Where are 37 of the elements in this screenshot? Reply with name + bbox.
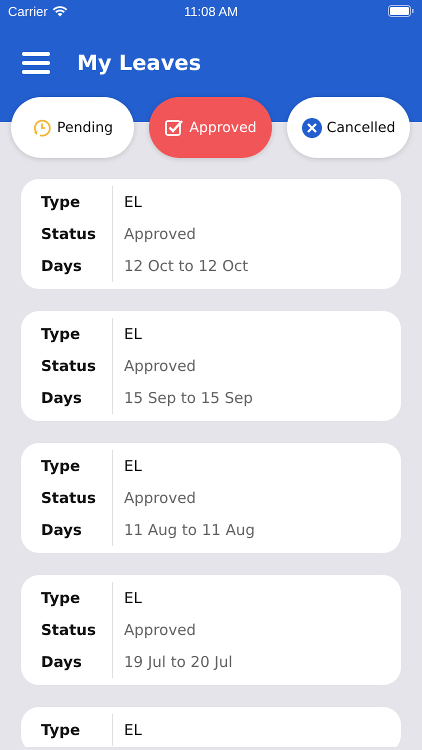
field-label: Status <box>41 488 97 509</box>
field-value: EL <box>124 192 143 213</box>
field-label: Status <box>41 356 97 377</box>
field-value: EL <box>124 456 143 477</box>
close-icon <box>302 118 322 138</box>
field-value: 15 Sep to 15 Sep <box>124 388 253 409</box>
field-value: Approved <box>124 488 197 509</box>
field-value: EL <box>124 588 143 609</box>
field-label: Days <box>41 520 83 541</box>
battery-icon <box>388 5 414 17</box>
wifi-icon <box>52 5 68 17</box>
menu-icon[interactable] <box>22 52 50 74</box>
field-value: 12 Oct to 12 Oct <box>124 256 248 277</box>
field-value: Approved <box>124 356 197 377</box>
clock-time: 11:08 AM <box>184 4 238 18</box>
page-title: My Leaves <box>77 51 202 75</box>
field-label: Days <box>41 652 83 673</box>
field-value: EL <box>124 720 142 741</box>
checkbox-icon <box>164 118 184 138</box>
field-value: Approved <box>124 620 197 641</box>
field-value: EL <box>124 324 143 345</box>
field-label: Days <box>41 388 83 409</box>
carrier-label: Carrier <box>8 4 48 18</box>
field-label: Type <box>41 192 82 213</box>
field-label: Type <box>41 720 82 741</box>
field-value: Approved <box>124 224 197 245</box>
field-label: Days <box>41 256 83 277</box>
field-label: Type <box>41 588 82 609</box>
field-value: 11 Aug to 11 Aug <box>124 520 255 541</box>
field-label: Type <box>41 456 82 477</box>
field-value: 19 Jul to 20 Jul <box>124 652 233 673</box>
field-label: Status <box>41 224 97 245</box>
field-label: Type <box>41 324 82 345</box>
field-label: Status <box>41 620 97 641</box>
clock-icon <box>32 118 52 138</box>
filter-tab[interactable]: Pending <box>11 97 134 158</box>
filter-tab[interactable]: Cancelled <box>287 97 410 158</box>
